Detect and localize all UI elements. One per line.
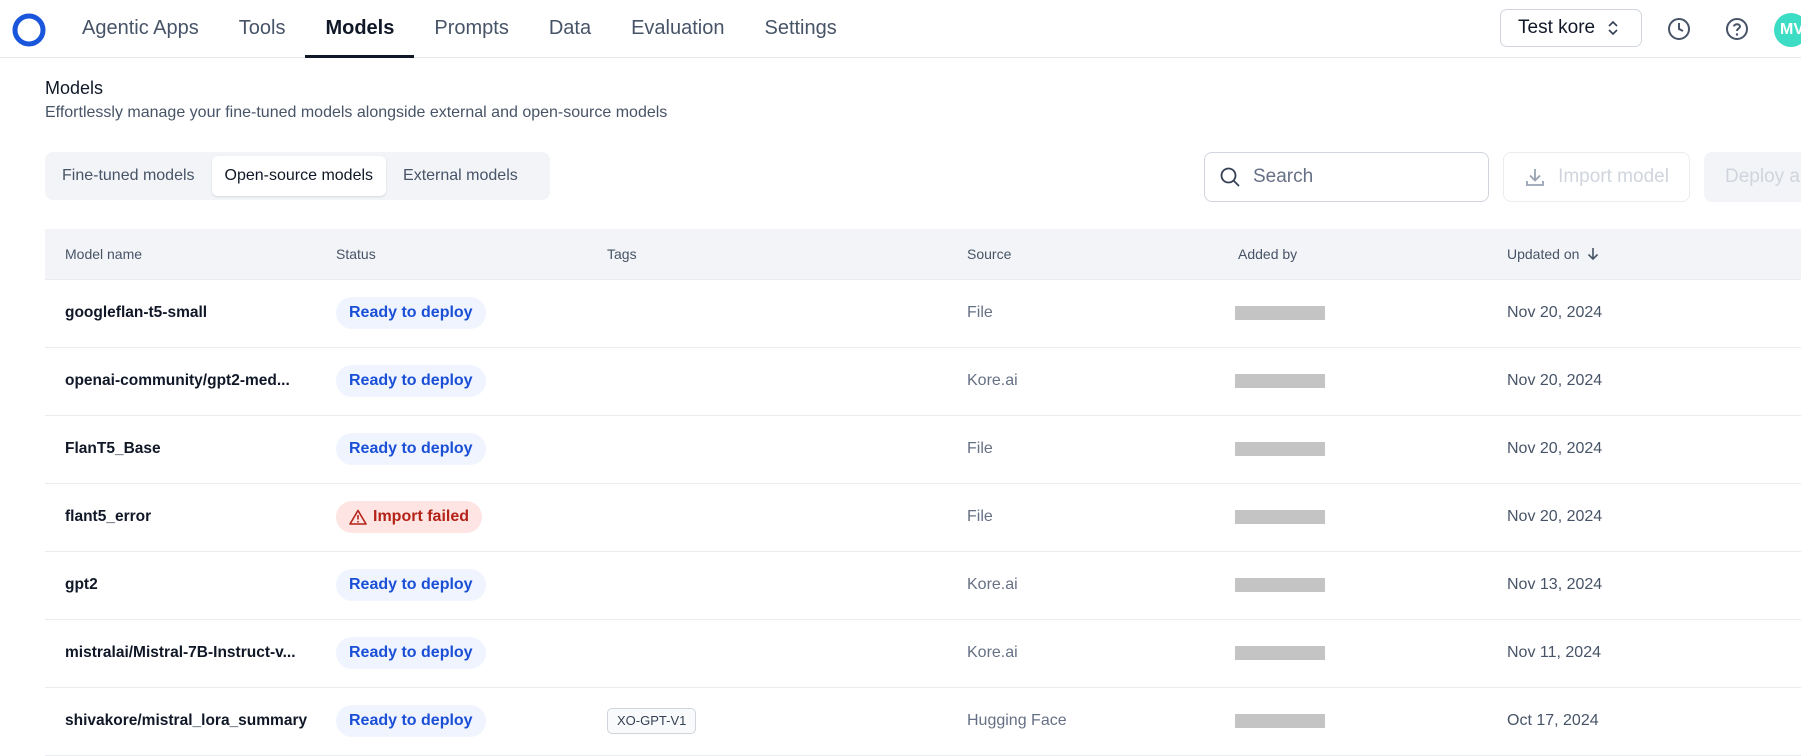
table-row[interactable]: shivakore/mistral_lora_summary Ready to … bbox=[45, 687, 1801, 756]
nav-item-models[interactable]: Models bbox=[305, 0, 415, 58]
nav-item-prompts[interactable]: Prompts bbox=[414, 0, 528, 57]
table-row[interactable]: mistralai/Mistral-7B-Instruct-v... Ready… bbox=[45, 619, 1801, 688]
status-badge: Ready to deploy bbox=[336, 705, 486, 737]
updated-on: Oct 17, 2024 bbox=[1507, 712, 1599, 729]
table-row[interactable]: openai-community/gpt2-med... Ready to de… bbox=[45, 347, 1801, 416]
source: File bbox=[967, 508, 993, 525]
redacted-user bbox=[1235, 306, 1325, 320]
main-nav: Agentic Apps Tools Models Prompts Data E… bbox=[62, 0, 857, 58]
avatar[interactable]: MV bbox=[1774, 13, 1801, 47]
redacted-user bbox=[1235, 646, 1325, 660]
source: Kore.ai bbox=[967, 372, 1018, 389]
download-icon bbox=[1526, 169, 1544, 186]
status-badge: Ready to deploy bbox=[336, 433, 486, 465]
added-by bbox=[1235, 415, 1325, 483]
model-type-tabs: Fine-tuned models Open-source models Ext… bbox=[45, 152, 550, 200]
redacted-user bbox=[1235, 374, 1325, 388]
search-input[interactable] bbox=[1251, 165, 1475, 189]
workspace-name: Test kore bbox=[1518, 17, 1596, 38]
tags-cell: XO-GPT-V1 bbox=[607, 687, 697, 755]
status-badge: Ready to deploy bbox=[336, 569, 486, 601]
updated-on: Nov 20, 2024 bbox=[1507, 440, 1603, 457]
column-header-updated-on[interactable]: Updated on bbox=[1507, 229, 1599, 279]
column-header-tags[interactable]: Tags bbox=[607, 229, 637, 279]
added-by bbox=[1235, 619, 1325, 687]
import-model-button[interactable]: Import model bbox=[1503, 152, 1690, 202]
status-cell: Import failed bbox=[336, 483, 483, 551]
column-header-source[interactable]: Source bbox=[967, 229, 1011, 279]
deploy-model-button[interactable]: Deploy a model bbox=[1704, 152, 1801, 202]
added-by bbox=[1235, 687, 1325, 755]
status-cell: Ready to deploy bbox=[336, 551, 486, 619]
table-row[interactable]: FlanT5_Base Ready to deploy File Nov 20,… bbox=[45, 415, 1801, 484]
table-row[interactable]: flant5_error Import failed File Nov 20, … bbox=[45, 483, 1801, 552]
nav-item-settings[interactable]: Settings bbox=[744, 0, 856, 57]
search-icon bbox=[1220, 167, 1240, 187]
source: File bbox=[967, 304, 993, 321]
tab-fine-tuned-models[interactable]: Fine-tuned models bbox=[49, 156, 208, 196]
model-name[interactable]: gpt2 bbox=[65, 551, 98, 619]
source: File bbox=[967, 440, 993, 457]
clock-icon[interactable] bbox=[1666, 16, 1692, 42]
help-icon[interactable] bbox=[1724, 16, 1750, 42]
chevron-updown-icon bbox=[1608, 20, 1618, 36]
redacted-user bbox=[1235, 510, 1325, 524]
status-badge: Import failed bbox=[336, 501, 483, 533]
redacted-user bbox=[1235, 714, 1325, 728]
source: Hugging Face bbox=[967, 712, 1067, 729]
status-badge: Ready to deploy bbox=[336, 637, 486, 669]
added-by bbox=[1235, 551, 1325, 619]
redacted-user bbox=[1235, 442, 1325, 456]
status-cell: Ready to deploy bbox=[336, 619, 486, 687]
status-label: Import failed bbox=[373, 508, 470, 525]
nav-item-data[interactable]: Data bbox=[529, 0, 611, 57]
model-name[interactable]: mistralai/Mistral-7B-Instruct-v... bbox=[65, 619, 296, 687]
workspace-selector[interactable]: Test kore bbox=[1500, 9, 1642, 47]
tab-external-models[interactable]: External models bbox=[390, 156, 531, 196]
updated-on: Nov 11, 2024 bbox=[1507, 644, 1601, 661]
page-subtitle: Effortlessly manage your fine-tuned mode… bbox=[45, 104, 668, 121]
table-header: Model name Status Tags Source Added by U… bbox=[45, 229, 1801, 280]
tab-open-source-models[interactable]: Open-source models bbox=[211, 156, 387, 196]
updated-on-label: Updated on bbox=[1507, 246, 1580, 262]
column-header-model-name[interactable]: Model name bbox=[65, 229, 142, 279]
page-title: Models bbox=[45, 78, 104, 98]
column-header-status[interactable]: Status bbox=[336, 229, 376, 279]
column-header-added-by[interactable]: Added by bbox=[1238, 229, 1297, 279]
source: Kore.ai bbox=[967, 576, 1018, 593]
status-badge: Ready to deploy bbox=[336, 365, 486, 397]
search-box bbox=[1204, 152, 1489, 202]
top-navigation: Agentic Apps Tools Models Prompts Data E… bbox=[0, 0, 1801, 58]
table-row[interactable]: gpt2 Ready to deploy Kore.ai Nov 13, 202… bbox=[45, 551, 1801, 620]
model-name[interactable]: shivakore/mistral_lora_summary bbox=[65, 687, 307, 755]
status-cell: Ready to deploy bbox=[336, 279, 486, 347]
added-by bbox=[1235, 483, 1325, 551]
nav-item-agentic-apps[interactable]: Agentic Apps bbox=[62, 0, 219, 57]
model-name[interactable]: flant5_error bbox=[65, 483, 151, 551]
redacted-user bbox=[1235, 578, 1325, 592]
updated-on: Nov 20, 2024 bbox=[1507, 372, 1603, 389]
updated-on: Nov 13, 2024 bbox=[1507, 576, 1603, 593]
model-name[interactable]: openai-community/gpt2-med... bbox=[65, 347, 290, 415]
logo-icon[interactable] bbox=[12, 13, 46, 47]
model-name[interactable]: FlanT5_Base bbox=[65, 415, 161, 483]
updated-on: Nov 20, 2024 bbox=[1507, 304, 1603, 321]
model-name[interactable]: googleflan-t5-small bbox=[65, 279, 207, 347]
status-cell: Ready to deploy bbox=[336, 687, 486, 755]
status-cell: Ready to deploy bbox=[336, 415, 486, 483]
import-model-label: Import model bbox=[1558, 166, 1669, 187]
tag-chip: XO-GPT-V1 bbox=[607, 708, 697, 734]
status-badge: Ready to deploy bbox=[336, 297, 486, 329]
warning-icon bbox=[349, 509, 367, 525]
source: Kore.ai bbox=[967, 644, 1018, 661]
nav-item-tools[interactable]: Tools bbox=[219, 0, 306, 57]
arrow-down-icon bbox=[1588, 248, 1599, 261]
added-by bbox=[1235, 279, 1325, 347]
table-row[interactable]: googleflan-t5-small Ready to deploy File… bbox=[45, 279, 1801, 348]
status-cell: Ready to deploy bbox=[336, 347, 486, 415]
updated-on: Nov 20, 2024 bbox=[1507, 508, 1603, 525]
nav-item-evaluation[interactable]: Evaluation bbox=[611, 0, 744, 57]
added-by bbox=[1235, 347, 1325, 415]
